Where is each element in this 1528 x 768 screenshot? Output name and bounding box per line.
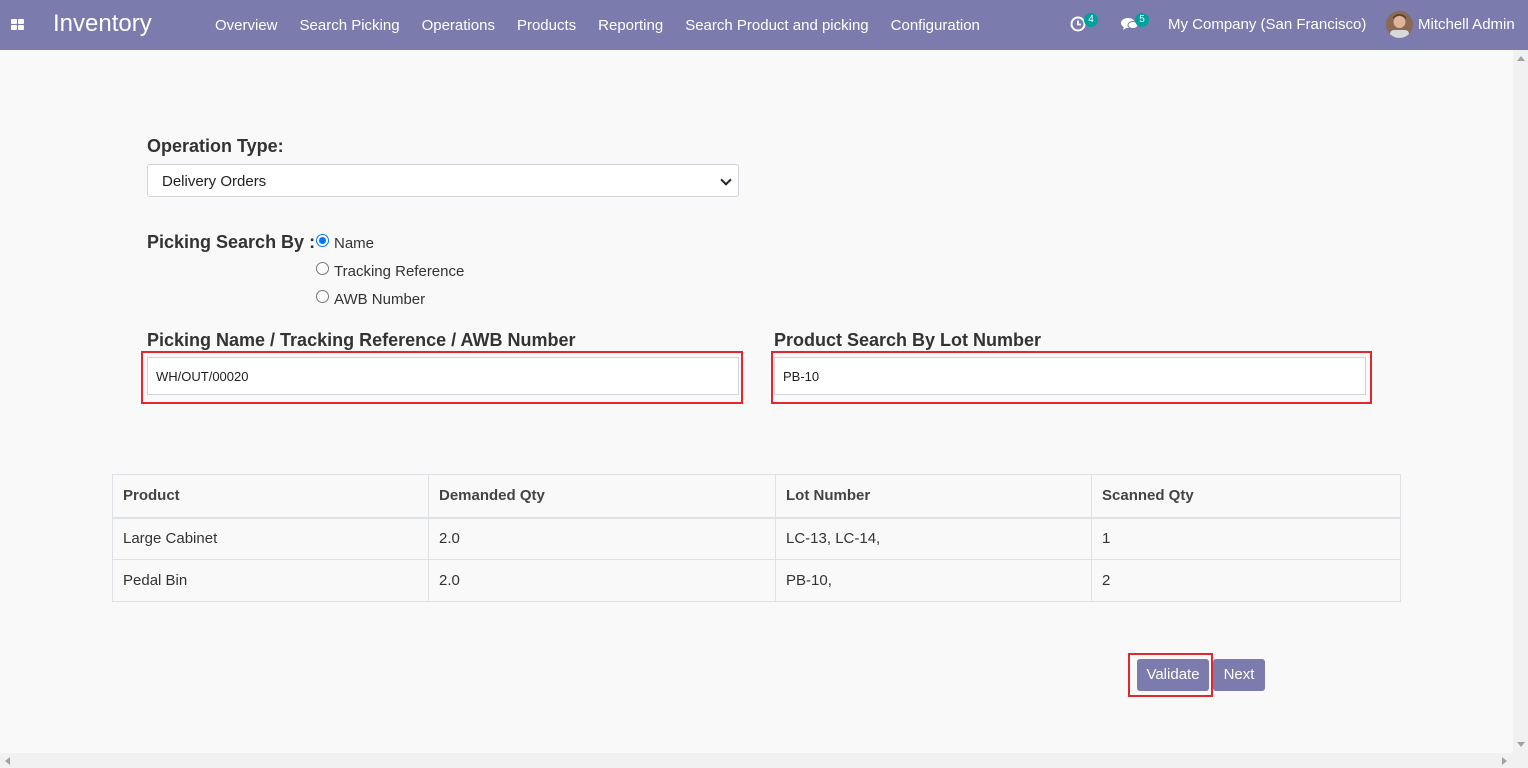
table-header-row: Product Demanded Qty Lot Number Scanned …	[112, 474, 1401, 519]
user-avatar[interactable]	[1386, 11, 1413, 38]
scroll-left-arrow-icon[interactable]	[5, 757, 10, 765]
vertical-scrollbar[interactable]	[1513, 50, 1528, 753]
apps-menu-icon[interactable]	[11, 19, 24, 30]
radio-name[interactable]	[316, 234, 329, 247]
cell-demanded-qty: 2.0	[428, 517, 776, 560]
message-count-badge: 5	[1135, 13, 1149, 27]
header-scanned-qty: Scanned Qty	[1091, 474, 1401, 519]
scroll-up-arrow-icon[interactable]	[1517, 56, 1525, 61]
horizontal-scrollbar[interactable]	[0, 753, 1528, 768]
cell-product: Large Cabinet	[112, 517, 429, 560]
operation-type-select[interactable]: Delivery Orders	[147, 164, 739, 197]
header-product: Product	[112, 474, 429, 519]
radio-awb-number[interactable]	[316, 290, 329, 303]
validate-button[interactable]: Validate	[1137, 659, 1209, 691]
cell-lot-number: LC-13, LC-14,	[775, 517, 1092, 560]
lot-number-input[interactable]: PB-10	[774, 357, 1366, 395]
main-menu: Overview Search Picking Operations Produ…	[204, 0, 991, 50]
next-button[interactable]: Next	[1213, 659, 1265, 691]
radio-awb-number-label: AWB Number	[334, 291, 426, 308]
radio-name-label: Name	[334, 235, 375, 252]
scroll-right-arrow-icon[interactable]	[1502, 757, 1507, 765]
cell-demanded-qty: 2.0	[428, 559, 776, 602]
menu-reporting[interactable]: Reporting	[587, 17, 674, 34]
picking-search-by-label: Picking Search By :	[147, 232, 316, 252]
menu-overview[interactable]: Overview	[204, 17, 289, 34]
table-row: Pedal Bin 2.0 PB-10, 2	[112, 559, 1401, 602]
menu-search-picking[interactable]: Search Picking	[289, 17, 411, 34]
operation-type-value: Delivery Orders	[162, 173, 267, 190]
company-switcher[interactable]: My Company (San Francisco)	[1168, 16, 1366, 33]
picking-name-input[interactable]: WH/OUT/00020	[147, 357, 739, 395]
chevron-down-icon	[720, 174, 732, 186]
menu-search-product-and-picking[interactable]: Search Product and picking	[674, 17, 879, 34]
cell-scanned-qty: 1	[1091, 517, 1401, 560]
picking-name-label: Picking Name / Tracking Reference / AWB …	[147, 330, 576, 350]
menu-configuration[interactable]: Configuration	[880, 17, 991, 34]
operation-type-label: Operation Type:	[147, 136, 284, 156]
header-demanded-qty: Demanded Qty	[428, 474, 776, 519]
radio-tracking-reference[interactable]	[316, 262, 329, 275]
menu-products[interactable]: Products	[506, 17, 587, 34]
app-title[interactable]: Inventory	[53, 10, 152, 38]
top-navbar: Inventory Overview Search Picking Operat…	[0, 0, 1528, 50]
cell-lot-number: PB-10,	[775, 559, 1092, 602]
user-menu[interactable]: Mitchell Admin	[1418, 16, 1515, 33]
radio-tracking-reference-label: Tracking Reference	[334, 263, 465, 280]
activity-count-badge: 4	[1084, 13, 1098, 27]
header-lot-number: Lot Number	[775, 474, 1092, 519]
table-row: Large Cabinet 2.0 LC-13, LC-14, 1	[112, 517, 1401, 560]
lot-number-label: Product Search By Lot Number	[774, 330, 1042, 350]
scroll-down-arrow-icon[interactable]	[1517, 742, 1525, 747]
cell-product: Pedal Bin	[112, 559, 429, 602]
cell-scanned-qty: 2	[1091, 559, 1401, 602]
menu-operations[interactable]: Operations	[411, 17, 506, 34]
picking-lines-table: Product Demanded Qty Lot Number Scanned …	[112, 474, 1401, 602]
